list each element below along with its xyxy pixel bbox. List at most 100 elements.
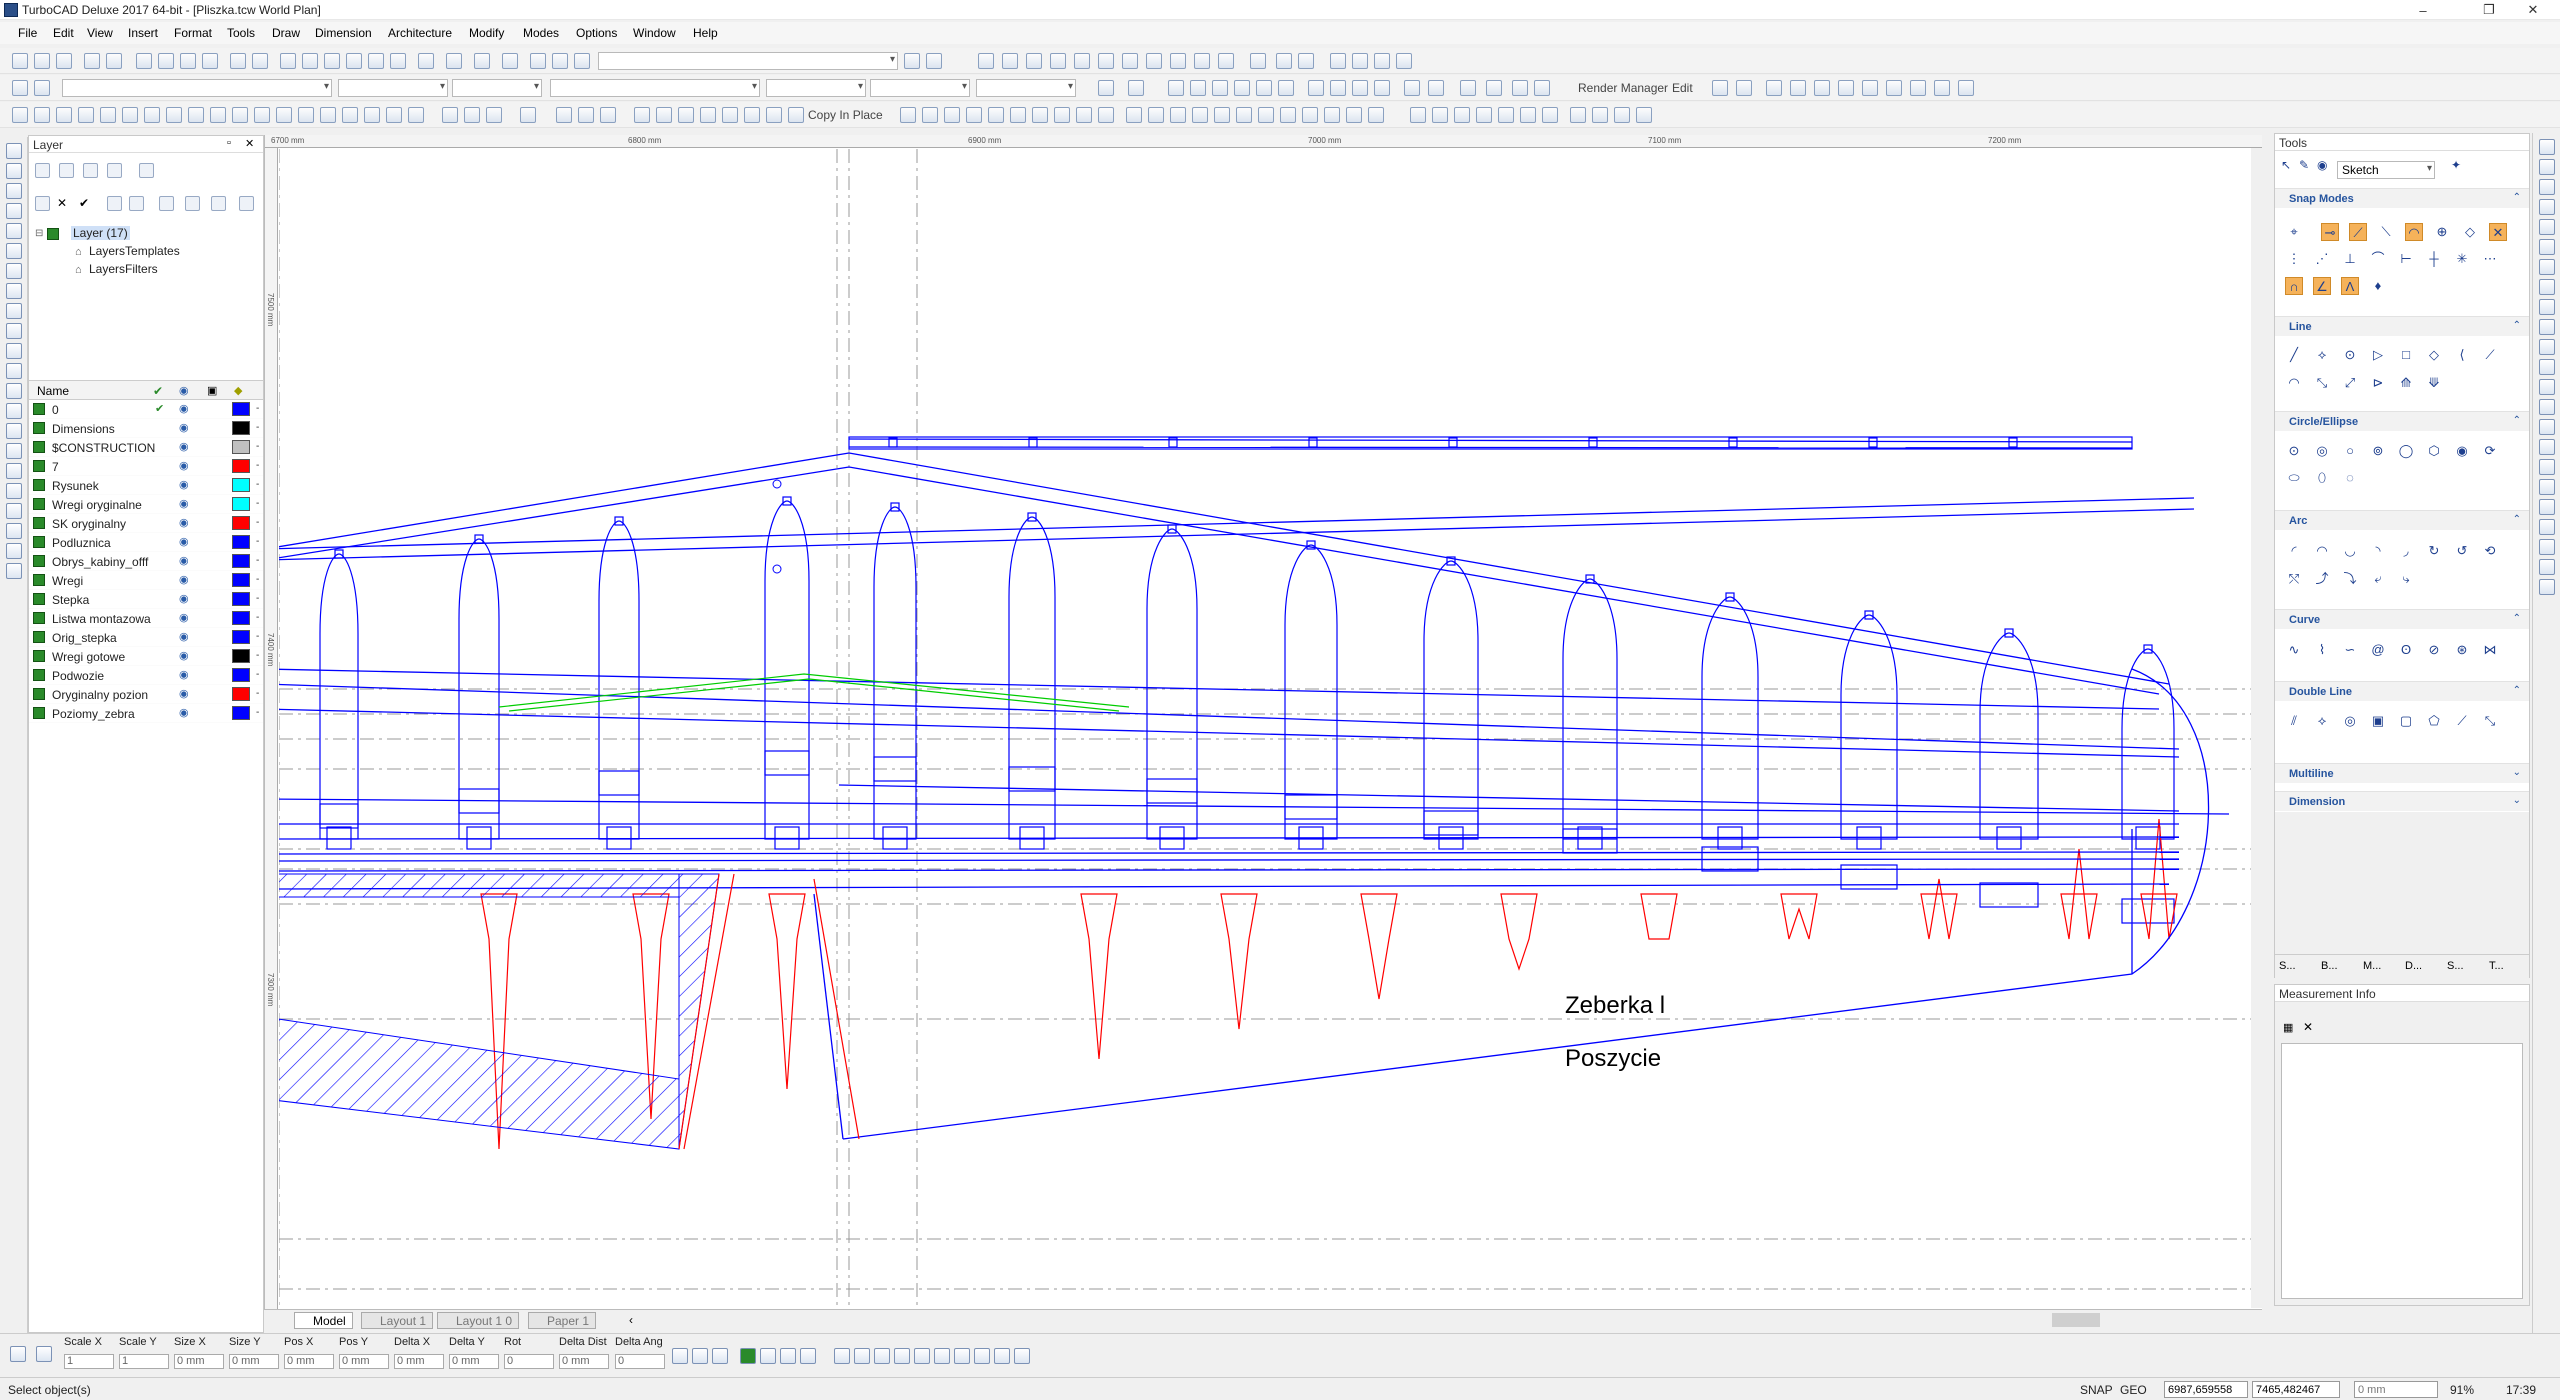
snap-near-tool-icon[interactable]: ⋰ xyxy=(2313,250,2331,268)
layer-name[interactable]: Listwa montazowa xyxy=(52,612,151,626)
fillet-tool-icon[interactable] xyxy=(6,523,22,539)
visibility-icon[interactable]: ◉ xyxy=(179,706,189,719)
help-icon[interactable] xyxy=(904,53,920,69)
stop-icon[interactable] xyxy=(1368,107,1384,123)
layer-color-swatch[interactable] xyxy=(232,497,250,511)
layer-merge-icon[interactable] xyxy=(83,163,98,178)
node-tool-icon[interactable] xyxy=(6,163,22,179)
rotate-tool-icon[interactable] xyxy=(6,383,22,399)
bezier-icon[interactable]: ⌇ xyxy=(2313,641,2331,659)
curve-offset-icon[interactable]: ⊛ xyxy=(2453,641,2471,659)
text-tool-icon[interactable] xyxy=(1076,107,1092,123)
visibility-icon[interactable]: ◉ xyxy=(179,611,189,624)
slice-icon[interactable] xyxy=(408,107,424,123)
section-line[interactable]: Line ⌃ xyxy=(2275,316,2529,336)
new-icon[interactable] xyxy=(12,53,28,69)
snap-center-tool-icon[interactable]: ⊕ xyxy=(2433,223,2451,241)
layer-color-swatch[interactable] xyxy=(232,516,250,530)
torus-icon[interactable] xyxy=(100,107,116,123)
inspector-option-11-icon[interactable] xyxy=(894,1348,910,1364)
angled-line-icon[interactable]: ⟨ xyxy=(2453,346,2471,364)
inspector-field[interactable]: 0 mm xyxy=(229,1354,279,1369)
properties-icon[interactable] xyxy=(474,53,490,69)
inspector-field[interactable]: 0 mm xyxy=(339,1354,389,1369)
tree-root[interactable]: Layer (17) xyxy=(71,226,130,240)
layer-row[interactable]: Podwozie ◉ - xyxy=(29,666,263,685)
layer-more-icon[interactable]: - xyxy=(256,441,259,452)
zoom-extents-icon[interactable] xyxy=(346,53,362,69)
polygon-icon[interactable]: ◇ xyxy=(2425,346,2443,364)
menu-window[interactable]: Window xyxy=(633,26,676,40)
snap-ortho-tool-icon[interactable]: ┼ xyxy=(2425,250,2443,268)
right-tool-16-icon[interactable] xyxy=(2539,439,2555,455)
layer-name[interactable]: Podwozie xyxy=(52,669,104,683)
snap-grid-tool-icon[interactable]: ⋮ xyxy=(2285,250,2303,268)
boolean-intersect-icon[interactable] xyxy=(386,107,402,123)
layer-color-swatch[interactable] xyxy=(232,611,250,625)
arc-center-icon[interactable]: ◜ xyxy=(2285,542,2303,560)
edge-icon[interactable] xyxy=(1346,107,1362,123)
right-tool-13-icon[interactable] xyxy=(2539,379,2555,395)
visibility-icon[interactable]: ◉ xyxy=(179,402,189,415)
visibility-icon[interactable]: ◉ xyxy=(179,687,189,700)
scale-icon[interactable] xyxy=(486,107,502,123)
tab-layout-1-0[interactable]: Layout 1 0 xyxy=(437,1312,520,1329)
break-icon[interactable] xyxy=(766,107,782,123)
tab-paper-1[interactable]: Paper 1 xyxy=(528,1312,597,1329)
snap-arc-icon[interactable] xyxy=(1276,53,1292,69)
canvas-label-zeberka[interactable]: Zeberka l xyxy=(1565,992,1665,1019)
inspector-toggle-icon[interactable] xyxy=(10,1346,26,1362)
visibility-icon[interactable]: ◉ xyxy=(179,592,189,605)
view-front-icon[interactable] xyxy=(1190,80,1206,96)
layer-color-swatch[interactable] xyxy=(232,668,250,682)
ellipse-fixed-icon[interactable]: ◌ xyxy=(2341,469,2359,487)
layer-more-icon[interactable]: - xyxy=(256,631,259,642)
material-combo[interactable] xyxy=(976,79,1076,97)
measure-icon[interactable] xyxy=(1410,107,1426,123)
snap-tangent-icon[interactable] xyxy=(1122,53,1138,69)
layer-name[interactable]: $CONSTRUCTION xyxy=(52,441,155,455)
snap-quad-tool-icon[interactable]: ◇ xyxy=(2461,223,2479,241)
layer-name[interactable]: Podluznica xyxy=(52,536,111,550)
arrow-icon[interactable]: ↖ xyxy=(2281,158,2295,172)
close-button[interactable]: ✕ xyxy=(2510,0,2556,20)
inspector-option-17-icon[interactable] xyxy=(1014,1348,1030,1364)
menu-tools[interactable]: Tools xyxy=(227,26,255,40)
layer-name[interactable]: 7 xyxy=(52,460,59,474)
pyramid-icon[interactable] xyxy=(144,107,160,123)
layer-more-icon[interactable]: - xyxy=(256,688,259,699)
tree-collapse-icon[interactable]: ⊟ xyxy=(35,228,43,239)
layer-name[interactable]: Poziomy_zebra xyxy=(52,707,135,721)
snap-arc-tool-icon[interactable]: ◠ xyxy=(2405,223,2423,241)
layer-row[interactable]: 0 ✔ ◉ - xyxy=(29,400,263,419)
visibility-icon[interactable]: ◉ xyxy=(179,630,189,643)
menu-dimension[interactable]: Dimension xyxy=(315,26,372,40)
tab-scroll-left-icon[interactable]: ‹ xyxy=(629,1313,633,1327)
visibility-icon[interactable]: ◉ xyxy=(179,516,189,529)
layer-row[interactable]: Wregi oryginalne ◉ - xyxy=(29,495,263,514)
snap-paint-tool-icon[interactable]: ♦ xyxy=(2369,277,2387,295)
visibility-icon[interactable]: ◉ xyxy=(179,668,189,681)
snap-perp-tool-icon[interactable]: ⊥ xyxy=(2341,250,2359,268)
minimize-button[interactable]: – xyxy=(2400,0,2446,20)
format-painter-icon[interactable] xyxy=(202,53,218,69)
right-tool-14-icon[interactable] xyxy=(2539,399,2555,415)
move-icon[interactable] xyxy=(442,107,458,123)
layer-name[interactable]: Wregi oryginalne xyxy=(52,498,142,512)
freehand-icon[interactable]: ◠ xyxy=(2285,374,2303,392)
menu-help[interactable]: Help xyxy=(693,26,718,40)
zoom-out-icon[interactable] xyxy=(302,53,318,69)
settings-icon[interactable] xyxy=(1886,80,1902,96)
ruler-left[interactable]: 7500 mm 7400 mm 7300 mm xyxy=(265,148,278,1322)
snap-center-alt-icon[interactable] xyxy=(1298,53,1314,69)
light-icon[interactable] xyxy=(1460,80,1476,96)
linetype-combo[interactable] xyxy=(452,79,542,97)
arc-tan-icon[interactable]: ◝ xyxy=(2369,542,2387,560)
snap-magnet-tool-icon[interactable]: ∩ xyxy=(2285,277,2303,295)
cad-drawing[interactable]: Zeberka l Poszycie xyxy=(279,149,2263,1307)
layer-more-icon[interactable]: - xyxy=(256,498,259,509)
right-tool-17-icon[interactable] xyxy=(2539,459,2555,475)
right-tool-9-icon[interactable] xyxy=(2539,299,2555,315)
geo-toggle[interactable]: GEO xyxy=(2120,1383,2147,1397)
arc-tangent-icon[interactable]: ⟲ xyxy=(2481,542,2499,560)
